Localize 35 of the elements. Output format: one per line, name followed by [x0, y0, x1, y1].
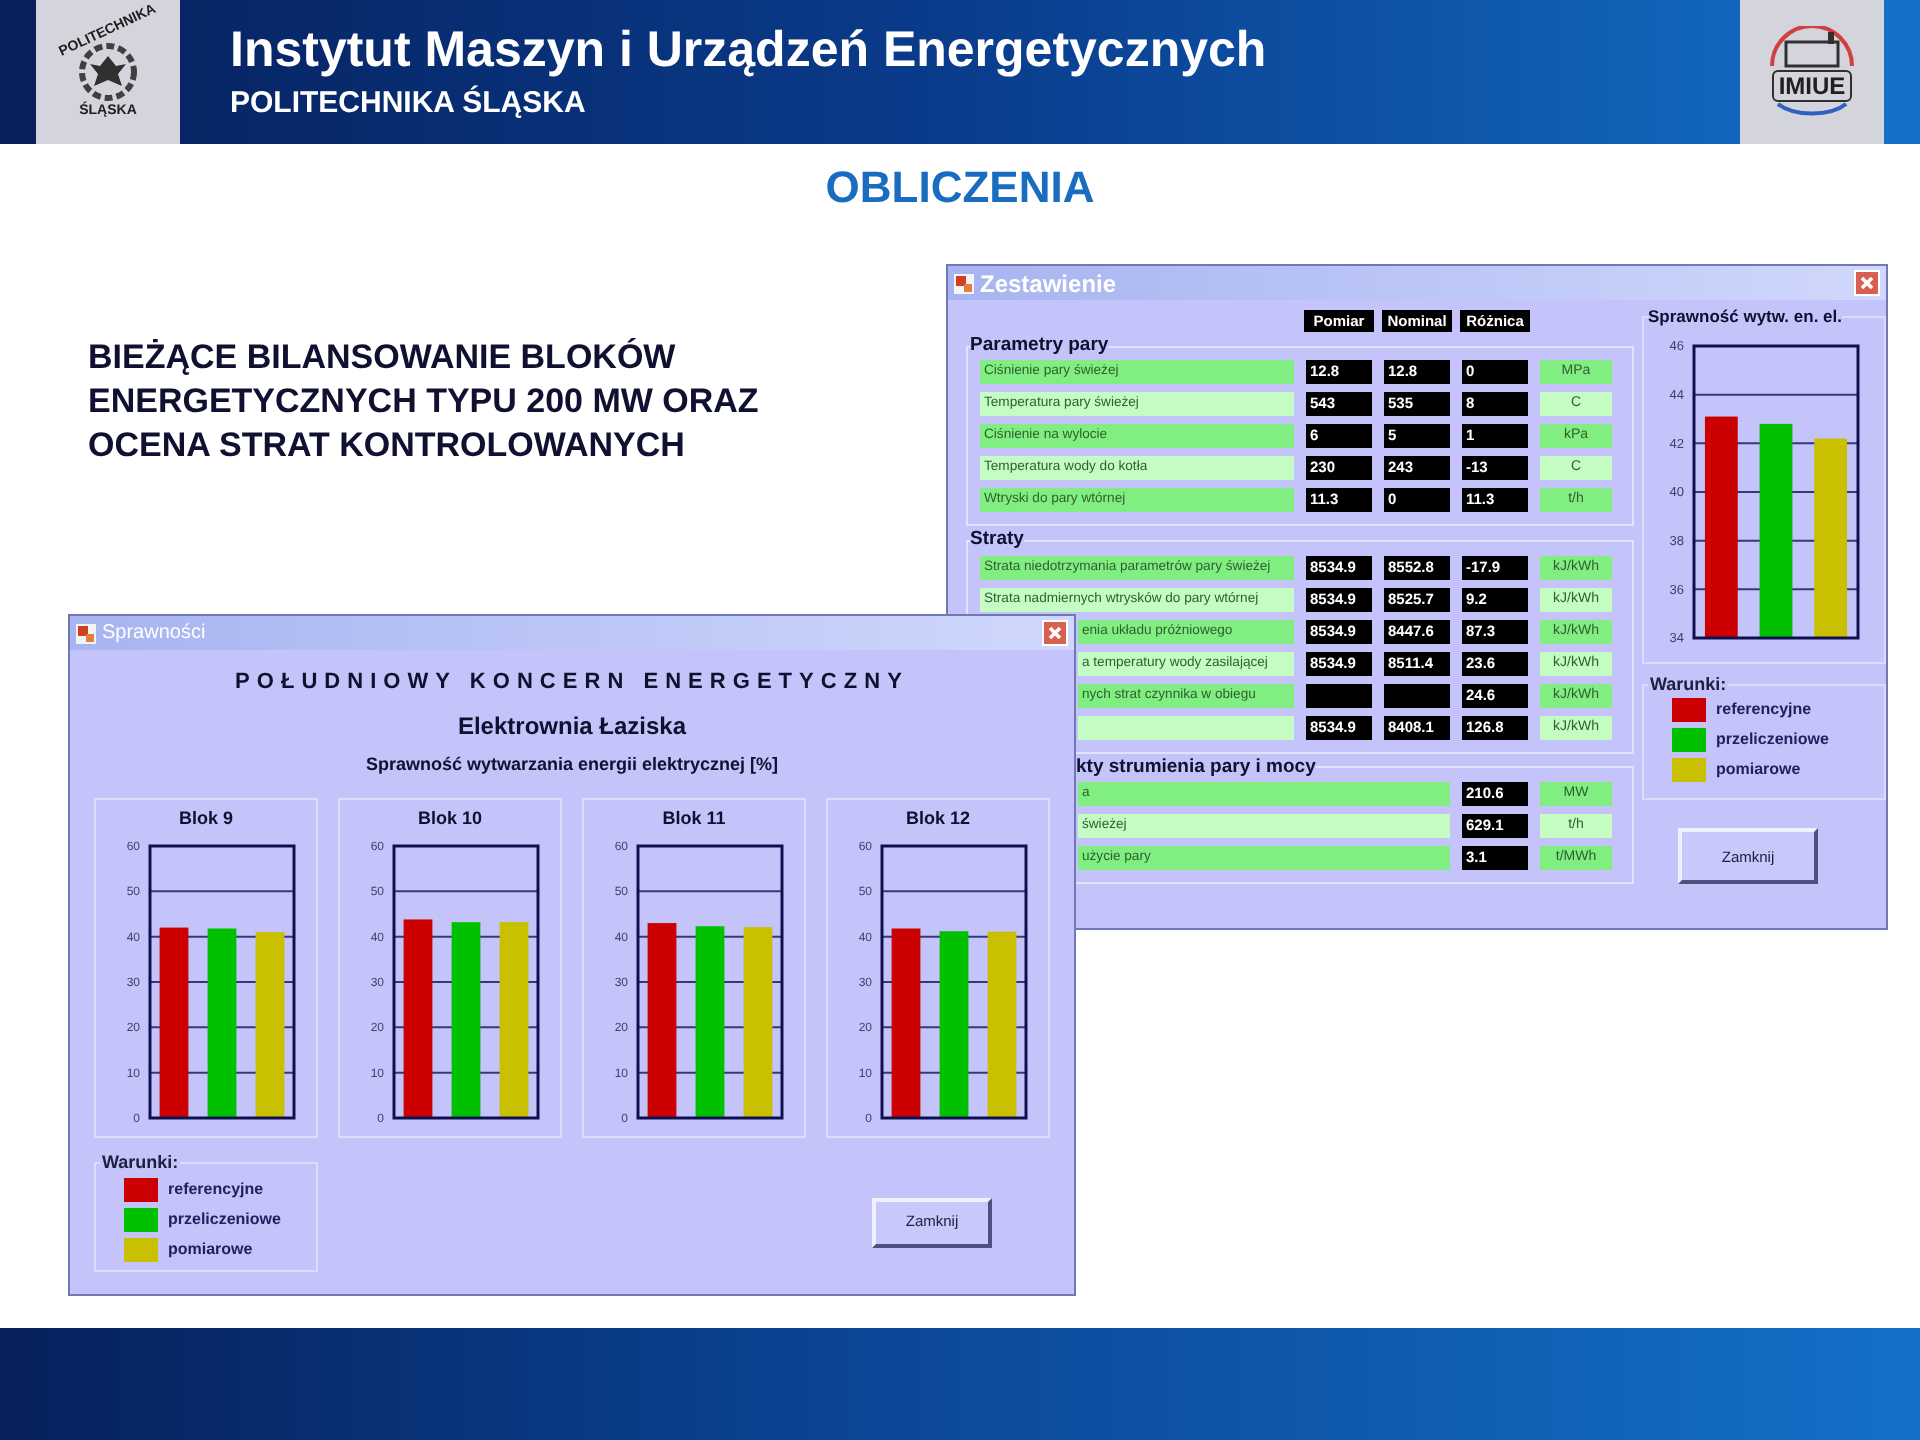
- legend-label: referencyjne: [1716, 698, 1812, 723]
- close-button[interactable]: [1854, 270, 1880, 296]
- logo-text: IMIUE: [1772, 70, 1852, 102]
- group-title: kty strumienia pary i mocy: [1076, 753, 1316, 781]
- chart-title: Blok 9: [178, 806, 233, 832]
- legend-label: pomiarowe: [168, 1237, 253, 1261]
- value-readout: [1306, 683, 1372, 707]
- university-name: POLITECHNIKA ŚLĄSKA: [230, 84, 588, 124]
- institute-title: Instytut Maszyn i Urządzeń Energetycznych: [230, 20, 1267, 80]
- slide-heading: BIEŻĄCE BILANSOWANIE BLOKÓW ENERGETYCZNYCH TYPU 200 MW ORAZ OCENA STRAT KONTROLOWANYCH: [88, 336, 761, 468]
- chart-title: Blok 11: [662, 806, 726, 832]
- group-title: Parametry pary: [970, 332, 1109, 360]
- chart-title: Blok 12: [905, 806, 970, 832]
- arc-icon: [1772, 102, 1852, 118]
- app-icon: [954, 273, 974, 293]
- page-title: OBLICZENIA: [825, 160, 1095, 216]
- plant-name: Elektrownia Łaziska: [457, 709, 687, 743]
- group-title: Straty: [970, 526, 1024, 555]
- company-name: POŁUDNIOWY KONCERN ENERGETYCZNY: [235, 668, 909, 698]
- legend-label: referencyjne: [168, 1177, 264, 1201]
- value-readout: [1384, 683, 1450, 707]
- legend-title: Warunki:: [1648, 671, 1729, 698]
- legend-label: przeliczeniowe: [1716, 728, 1829, 753]
- chart-title: Sprawność wytw. en. el.: [1648, 304, 1842, 330]
- app-icon: [76, 623, 96, 643]
- close-icon: [1048, 626, 1062, 640]
- chart-subtitle: Sprawność wytwarzania energii elektrycznej [%]: [365, 751, 779, 778]
- chart-title: Blok 10: [417, 806, 482, 832]
- window-title: Zestawienie: [980, 267, 1117, 301]
- close-button[interactable]: [1042, 620, 1068, 646]
- close-icon: [1860, 276, 1874, 290]
- legend-title: Warunki:: [100, 1150, 181, 1176]
- legend-label: pomiarowe: [1716, 758, 1801, 783]
- window-title: Sprawności: [102, 620, 206, 648]
- legend-label: przeliczeniowe: [168, 1207, 281, 1231]
